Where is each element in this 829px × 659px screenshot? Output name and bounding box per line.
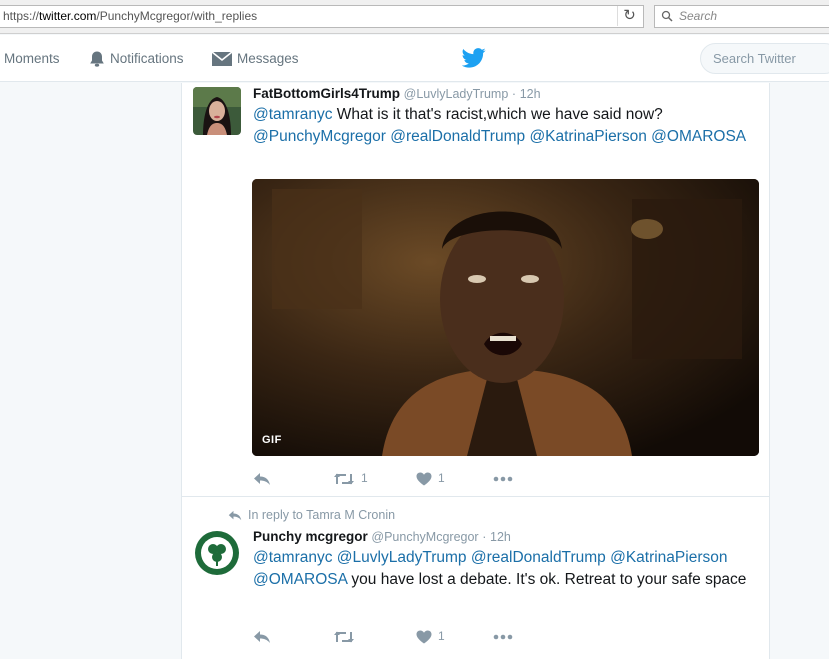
fullname[interactable]: Punchy mcgregor <box>253 529 368 544</box>
browser-search-input[interactable]: Search <box>654 5 829 28</box>
reply-context[interactable]: In reply to Tamra M Cronin <box>228 508 395 522</box>
timeline: FatBottomGirls4Trump @LuvlyLadyTrump · 1… <box>181 83 770 659</box>
retweet-icon <box>334 473 354 485</box>
twitter-bird-icon[interactable] <box>462 48 486 68</box>
heart-icon <box>416 472 432 486</box>
like-count: 1 <box>438 471 445 485</box>
twitter-top-nav: Moments Notifications Messages Search Tw… <box>0 35 829 82</box>
tweet-text: @tamranyc @LuvlyLadyTrump @realDonaldTru… <box>253 547 758 591</box>
mention-link[interactable]: @PunchyMcgregor <box>253 128 386 145</box>
retweet-button[interactable]: 1 <box>333 468 368 488</box>
mention-link[interactable]: @realDonaldTrump <box>390 128 525 145</box>
url-scheme: https:// <box>3 9 40 23</box>
like-button[interactable]: 1 <box>416 468 445 488</box>
bell-icon <box>90 51 104 68</box>
url-host: twitter.com <box>39 9 97 23</box>
mention-link[interactable]: @KatrinaPierson <box>610 549 727 566</box>
twitter-search-placeholder: Search Twitter <box>713 51 796 66</box>
reply-arrow-icon <box>228 511 242 521</box>
fullname[interactable]: FatBottomGirls4Trump <box>253 86 400 101</box>
mention-link[interactable]: @tamranyc <box>253 549 332 566</box>
mention-link[interactable]: @tamranyc <box>253 106 332 123</box>
reload-icon: ↻ <box>623 7 636 24</box>
reply-button[interactable] <box>253 626 271 646</box>
like-count: 1 <box>438 629 445 643</box>
tweet-text-segment: What is it that's racist,which we have s… <box>332 106 663 123</box>
username[interactable]: @PunchyMcgregor <box>371 530 478 544</box>
tweet[interactable]: FatBottomGirls4Trump @LuvlyLadyTrump · 1… <box>182 83 769 497</box>
reply-icon <box>254 472 270 485</box>
mention-link[interactable]: @realDonaldTrump <box>471 549 606 566</box>
reply-button[interactable] <box>253 468 271 488</box>
reload-button[interactable]: ↻ <box>617 6 641 26</box>
address-bar[interactable]: https://twitter.com/PunchyMcgregor/with_… <box>0 5 644 28</box>
mention-link[interactable]: @LuvlyLadyTrump <box>337 549 467 566</box>
timestamp[interactable]: 12h <box>520 87 541 101</box>
username[interactable]: @LuvlyLadyTrump <box>404 87 509 101</box>
mention-link[interactable]: @OMAROSA <box>253 571 347 588</box>
envelope-icon <box>211 51 233 67</box>
reply-icon <box>254 630 270 643</box>
mention-link[interactable]: @OMAROSA <box>651 128 746 145</box>
heart-icon <box>416 630 432 644</box>
browser-toolbar: https://twitter.com/PunchyMcgregor/with_… <box>0 0 829 34</box>
avatar[interactable] <box>193 529 241 577</box>
ellipsis-icon <box>493 634 513 640</box>
gif-frame-image <box>252 179 759 456</box>
nav-messages[interactable]: Messages <box>211 35 299 82</box>
nav-moments[interactable]: Moments <box>4 35 60 82</box>
like-button[interactable]: 1 <box>416 626 445 646</box>
nav-moments-label: Moments <box>4 51 60 66</box>
tweet-gif[interactable]: GIF <box>252 179 759 456</box>
avatar-image <box>193 87 241 135</box>
nav-notifications[interactable]: Notifications <box>88 35 184 82</box>
separator: · <box>511 87 517 101</box>
mention-link[interactable]: @KatrinaPierson <box>529 128 646 145</box>
nav-messages-label: Messages <box>237 51 299 66</box>
tweet-header: FatBottomGirls4Trump @LuvlyLadyTrump · 1… <box>253 86 541 101</box>
search-icon <box>661 10 673 22</box>
tweet-actions: 1 <box>253 626 553 646</box>
tweet[interactable]: In reply to Tamra M Cronin Punchy mcgreg… <box>182 498 769 659</box>
twitter-search-input[interactable]: Search Twitter <box>700 43 829 74</box>
tweet-text: @tamranyc What is it that's racist,which… <box>253 104 758 148</box>
avatar[interactable] <box>193 87 241 135</box>
more-button[interactable] <box>493 626 513 646</box>
browser-search-placeholder: Search <box>679 9 718 23</box>
separator: · <box>482 530 487 544</box>
reply-context-label: In reply to Tamra M Cronin <box>248 508 396 522</box>
more-button[interactable] <box>493 468 513 488</box>
retweet-button[interactable] <box>333 626 361 646</box>
url-path: /PunchyMcgregor/with_replies <box>96 9 258 23</box>
timestamp[interactable]: 12h <box>490 530 511 544</box>
tweet-text-segment: you have lost a debate. It's ok. Retreat… <box>347 571 747 588</box>
nav-notifications-label: Notifications <box>110 51 184 66</box>
avatar-image <box>193 529 241 577</box>
tweet-header: Punchy mcgregor @PunchyMcgregor · 12h <box>253 529 511 544</box>
retweet-count: 1 <box>361 471 368 485</box>
gif-badge: GIF <box>262 434 282 446</box>
tweet-actions: 1 1 <box>253 468 553 488</box>
ellipsis-icon <box>493 476 513 482</box>
retweet-icon <box>334 631 354 643</box>
